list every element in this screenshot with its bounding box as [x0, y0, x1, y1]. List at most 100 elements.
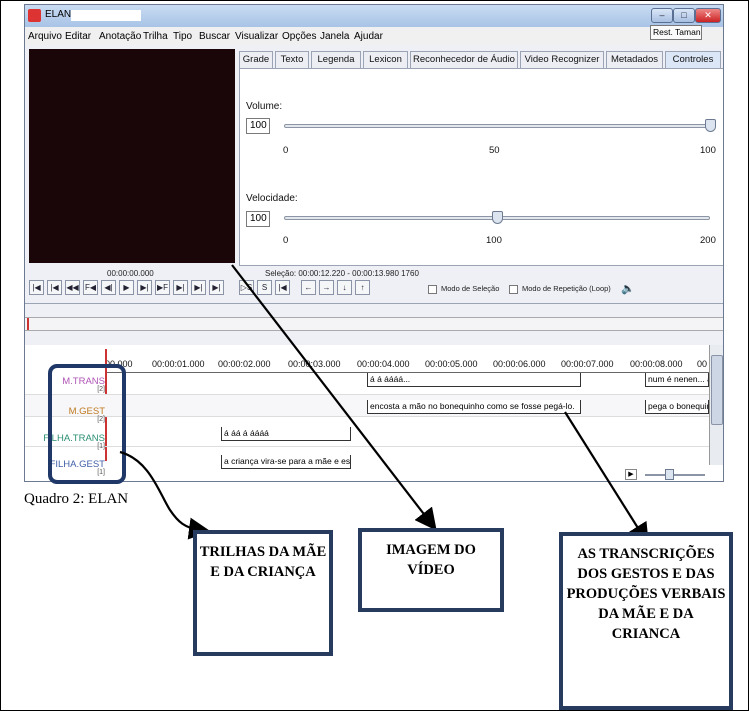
- ruler-label: 00:00:07.000: [561, 359, 614, 369]
- speed-tick-min: 0: [283, 235, 289, 246]
- go-to-begin-button[interactable]: |◀: [29, 280, 44, 295]
- media-time: 00:00:00.000: [107, 269, 154, 278]
- zoom-slider[interactable]: [645, 474, 705, 476]
- volume-tick-max: 100: [700, 145, 716, 156]
- selection-begin-button[interactable]: |◀: [275, 280, 290, 295]
- time-ruler: 00.000 00:00:01.000 00:00:02.000 00:00:0…: [105, 349, 709, 373]
- menu-buscar[interactable]: Buscar: [199, 31, 230, 42]
- rewind-button[interactable]: ◀◀: [65, 280, 80, 295]
- speed-label: Velocidade:: [246, 193, 298, 204]
- tracks-highlight: [48, 364, 126, 484]
- go-to-end-button[interactable]: ▶|: [209, 280, 224, 295]
- selection-readout: Seleção: 00:00:12.220 - 00:00:13.980 176…: [265, 269, 419, 278]
- annotation[interactable]: num é nenen... á: [645, 373, 709, 387]
- nav-up-button[interactable]: ↑: [355, 280, 370, 295]
- overview-timeline[interactable]: [25, 317, 723, 331]
- video-viewer: [29, 49, 235, 263]
- speed-slider-thumb[interactable]: [492, 211, 503, 224]
- volume-label: Volume:: [246, 101, 283, 112]
- nav-right-button[interactable]: →: [319, 280, 334, 295]
- speed-field[interactable]: 100: [246, 211, 270, 227]
- selection-mode-checkbox[interactable]: [428, 285, 437, 294]
- previous-frame-button[interactable]: |◀: [47, 280, 62, 295]
- menu-visualizar[interactable]: Visualizar: [235, 31, 278, 42]
- tab-controles[interactable]: Controles: [665, 51, 721, 69]
- nav-left-button[interactable]: ←: [301, 280, 316, 295]
- fast-forward-button[interactable]: ▶|: [173, 280, 188, 295]
- callout-tracks: TRILHAS DA MÃE E DA CRIANÇA: [193, 530, 333, 656]
- ruler-label: 00:00:08.000: [630, 359, 683, 369]
- play-selection-button[interactable]: ▷S: [239, 280, 254, 295]
- tier-row: M.TRANS [2] á á áááá... num é nenen... á: [25, 373, 709, 395]
- selection-mode-label: Modo de Seleção: [441, 284, 500, 293]
- tab-lexicon[interactable]: Lexicon: [363, 51, 408, 69]
- ruler-label: 00:00:03.000: [288, 359, 341, 369]
- divider: [25, 303, 723, 304]
- ruler-label: 00: [697, 359, 708, 369]
- annotation[interactable]: á áá á áááá: [221, 427, 351, 441]
- ruler-label: 00:00:05.000: [425, 359, 478, 369]
- step-back-button[interactable]: F◀: [83, 280, 98, 295]
- menu-ajudar[interactable]: Ajudar: [354, 31, 383, 42]
- menu-janela[interactable]: Janela: [320, 31, 349, 42]
- volume-speaker-icon[interactable]: 🔈: [621, 282, 635, 295]
- tab-grade[interactable]: Grade: [239, 51, 273, 69]
- ruler-label: 00:00:06.000: [493, 359, 546, 369]
- loop-mode-label: Modo de Repetição (Loop): [522, 284, 611, 293]
- minimize-button[interactable]: –: [651, 8, 673, 23]
- menu-bar: Arquivo Editar Anotação Trilha Tipo Busc…: [25, 27, 723, 45]
- menu-trilha[interactable]: Trilha: [143, 31, 168, 42]
- volume-tick-min: 0: [283, 145, 289, 156]
- timeline-viewer: 00.000 00:00:01.000 00:00:02.000 00:00:0…: [25, 345, 723, 481]
- menu-editar[interactable]: Editar: [65, 31, 91, 42]
- elan-window: ELAN - – □ ✕ Arquivo Editar Anotação Tri…: [24, 4, 724, 482]
- tab-texto[interactable]: Texto: [275, 51, 309, 69]
- annotation[interactable]: pega o bonequin: [645, 400, 709, 414]
- tab-metadados[interactable]: Metadados: [606, 51, 663, 69]
- tier-row: FILHA.GEST [1] a criança vira-se para a …: [25, 449, 709, 476]
- ruler-label: 00:00:01.000: [152, 359, 205, 369]
- close-button[interactable]: ✕: [695, 8, 721, 23]
- callout-transcriptions: AS TRANSCRIÇÕES DOS GESTOS E DAS PRODUÇÕ…: [559, 532, 733, 710]
- annotation[interactable]: encosta a mão no bonequinho como se foss…: [367, 400, 581, 414]
- controls-panel: Volume: 100 0 50 100 Velocidade: 100 0 1…: [239, 68, 723, 266]
- ruler-label: 00:00:02.000: [218, 359, 271, 369]
- volume-field[interactable]: 100: [246, 118, 270, 134]
- tab-legenda[interactable]: Legenda: [311, 51, 361, 69]
- annotation[interactable]: a criança vira-se para a mãe e es: [221, 455, 351, 469]
- tier-row: M.GEST [2] encosta a mão no bonequinho c…: [25, 395, 709, 423]
- clear-selection-button[interactable]: S: [257, 280, 272, 295]
- redacted-filename: [71, 10, 141, 21]
- speed-tick-mid: 100: [486, 235, 502, 246]
- tier-row: FILHA.TRANS [1] á áá á áááá: [25, 425, 709, 450]
- zoom-slider-thumb[interactable]: [665, 469, 674, 480]
- ruler-label: 00:00:04.000: [357, 359, 410, 369]
- nav-down-button[interactable]: ↓: [337, 280, 352, 295]
- menu-arquivo[interactable]: Arquivo: [28, 31, 62, 42]
- volume-slider-thumb[interactable]: [705, 119, 716, 132]
- maximize-button[interactable]: □: [673, 8, 695, 23]
- elan-logo-icon: [28, 9, 41, 22]
- figure-caption: Quadro 2: ELAN: [24, 491, 129, 507]
- menu-opcoes[interactable]: Opções: [282, 31, 316, 42]
- scroll-right-icon[interactable]: ▶: [625, 469, 637, 480]
- tab-video-recognizer[interactable]: Video Recognizer: [520, 51, 604, 69]
- scrollbar-thumb[interactable]: [711, 355, 723, 425]
- menu-tipo[interactable]: Tipo: [173, 31, 192, 42]
- tab-reconhecedor-audio[interactable]: Reconhecedor de Áudio: [410, 51, 518, 69]
- next-pixel-button[interactable]: ▶|: [137, 280, 152, 295]
- vertical-scrollbar[interactable]: [709, 345, 723, 465]
- rest-size-button[interactable]: Rest. Tamanho: [650, 25, 702, 40]
- volume-tick-mid: 50: [489, 145, 500, 156]
- annotation[interactable]: á á áááá...: [367, 373, 581, 387]
- title-bar: ELAN - – □ ✕: [25, 5, 723, 27]
- tab-bar: Grade Texto Legenda Lexicon Reconhecedor…: [239, 49, 723, 69]
- volume-slider[interactable]: [284, 124, 710, 128]
- next-frame-button[interactable]: ▶|: [191, 280, 206, 295]
- crosshair-marker: [27, 318, 29, 330]
- menu-anotacao[interactable]: Anotação: [99, 31, 141, 42]
- play-button[interactable]: ▶: [119, 280, 134, 295]
- loop-mode-checkbox[interactable]: [509, 285, 518, 294]
- step-forward-button[interactable]: ▶F: [155, 280, 170, 295]
- prev-pixel-button[interactable]: ◀|: [101, 280, 116, 295]
